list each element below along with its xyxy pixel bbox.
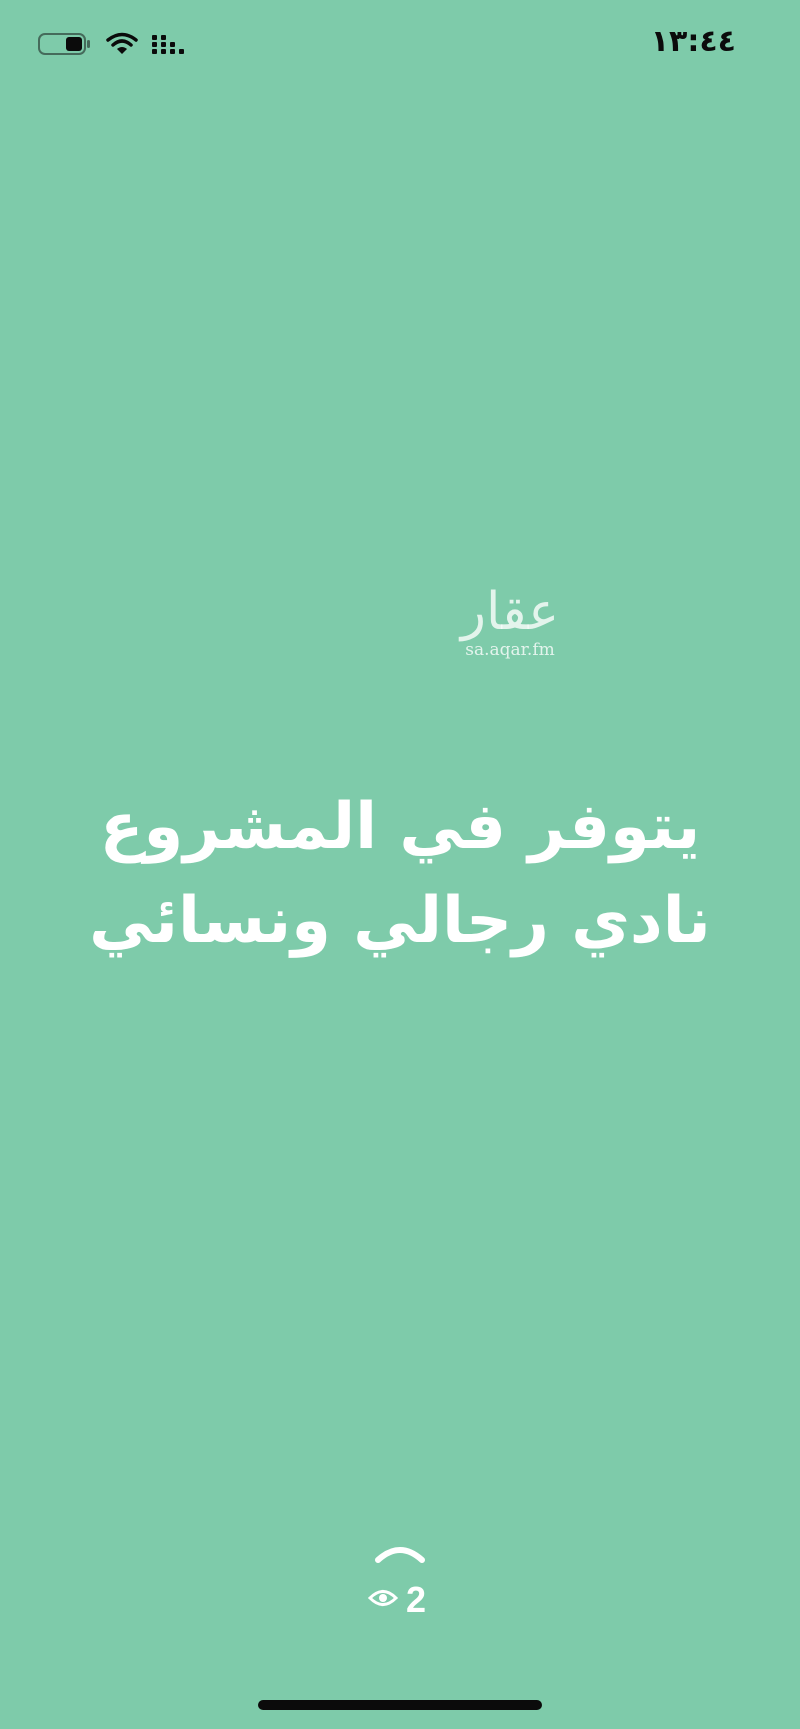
battery-icon bbox=[38, 32, 92, 60]
signal-icon bbox=[152, 32, 186, 60]
watermark-url: sa.aqar.fm bbox=[465, 640, 555, 660]
status-icons bbox=[38, 32, 186, 60]
views-count: 2 bbox=[406, 1579, 427, 1620]
wifi-icon bbox=[106, 32, 138, 60]
eye-icon bbox=[367, 1587, 399, 1613]
headline-line-2: نادي رجالي ونسائي bbox=[89, 884, 711, 958]
aqar-watermark: عقار sa.aqar.fm bbox=[440, 582, 580, 660]
headline-line-1: يتوفر في المشروع bbox=[99, 790, 701, 864]
status-time: ١٣:٤٤ bbox=[650, 24, 736, 59]
home-indicator[interactable] bbox=[258, 1700, 542, 1710]
watermark-logo: عقار bbox=[460, 582, 560, 642]
chevron-up-icon[interactable] bbox=[372, 1538, 428, 1566]
view-count[interactable]: 2 bbox=[367, 1579, 427, 1620]
status-bar: ١٣:٤٤ bbox=[0, 0, 800, 90]
story-headline: يتوفر في المشروع نادي رجالي ونسائي bbox=[0, 780, 800, 968]
